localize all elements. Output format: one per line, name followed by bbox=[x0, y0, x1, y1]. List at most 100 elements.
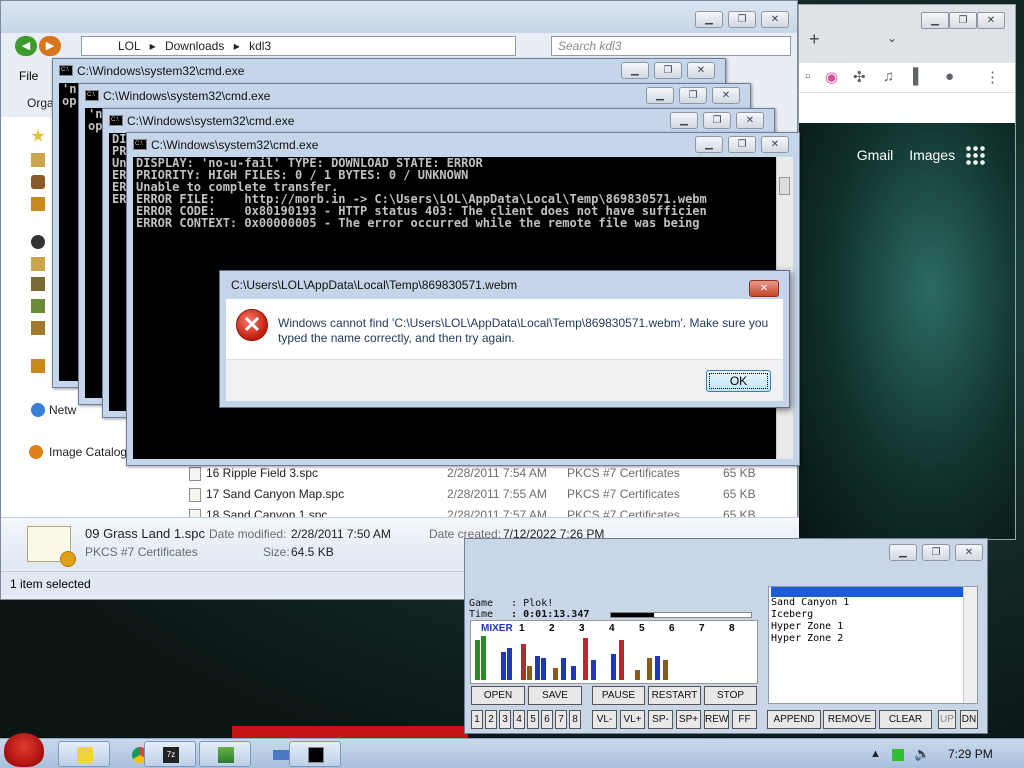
taskbar-image-viewer[interactable] bbox=[199, 741, 251, 767]
cmd-close-button[interactable]: ✕ bbox=[736, 112, 764, 129]
cmd-minimize-button[interactable]: ▁ bbox=[646, 87, 674, 104]
breadcrumb-downloads[interactable]: Downloads bbox=[165, 39, 224, 53]
remove-button[interactable]: REMOVE bbox=[823, 710, 876, 729]
drive-icon[interactable] bbox=[31, 299, 45, 313]
sidepanel-icon[interactable]: ▌ bbox=[913, 68, 924, 85]
playlist[interactable]: Sand Canyon 1 Iceberg Hyper Zone 1 Hyper… bbox=[768, 586, 978, 704]
scroll-thumb[interactable] bbox=[779, 177, 790, 195]
playlist-item[interactable]: Hyper Zone 2 bbox=[771, 633, 977, 645]
gmail-link[interactable]: Gmail bbox=[857, 147, 894, 163]
player-close-button[interactable]: ✕ bbox=[955, 544, 983, 561]
playlist-scrollbar[interactable] bbox=[963, 587, 977, 703]
playlist-item[interactable]: Iceberg bbox=[771, 609, 977, 621]
player-minimize-button[interactable]: ▁ bbox=[889, 544, 917, 561]
chrome-minimize-button[interactable]: ▁ bbox=[921, 12, 949, 29]
drive-icon[interactable] bbox=[31, 321, 45, 335]
explorer-minimize-button[interactable]: ▁ bbox=[695, 11, 723, 28]
channel-toggle[interactable]: 8 bbox=[569, 710, 581, 729]
playlist-item[interactable]: Hyper Zone 1 bbox=[771, 621, 977, 633]
channel-toggle[interactable]: 6 bbox=[541, 710, 553, 729]
drive-icon[interactable] bbox=[31, 359, 45, 373]
table-row[interactable]: 18 Sand Canyon 1.spc 2/28/2011 7:57 AM P… bbox=[169, 505, 797, 517]
cmd-close-button[interactable]: ✕ bbox=[687, 62, 715, 79]
taskbar-clock[interactable]: 7:29 PM bbox=[948, 739, 993, 768]
chrome-close-button[interactable]: ✕ bbox=[977, 12, 1005, 29]
channel-toggle[interactable]: 7 bbox=[555, 710, 567, 729]
extension-icon[interactable]: ◉ bbox=[825, 68, 838, 86]
tray-expand-icon[interactable]: ▲ bbox=[870, 748, 881, 760]
table-row[interactable]: 17 Sand Canyon Map.spc 2/28/2011 7:55 AM… bbox=[169, 484, 797, 505]
taskbar-cmd[interactable] bbox=[289, 741, 341, 767]
back-arrow-icon[interactable]: ◀ bbox=[15, 36, 37, 56]
dialog-close-button[interactable]: ✕ bbox=[749, 280, 779, 297]
channel-toggle[interactable]: 5 bbox=[527, 710, 539, 729]
fast-forward-button[interactable]: FF bbox=[732, 710, 757, 729]
homegroup-icon[interactable] bbox=[31, 235, 45, 249]
rewind-button[interactable]: REW bbox=[704, 710, 729, 729]
address-bar[interactable]: LOL ▸ Downloads ▸ kdl3 bbox=[81, 36, 516, 56]
pause-button[interactable]: PAUSE bbox=[592, 686, 645, 705]
volume-up-button[interactable]: VL+ bbox=[620, 710, 645, 729]
move-up-button[interactable]: UP bbox=[938, 710, 956, 729]
breadcrumb-kdl3[interactable]: kdl3 bbox=[249, 39, 271, 53]
start-button-angry-bird-icon[interactable] bbox=[4, 733, 44, 767]
sidebar-item-image-catalog[interactable]: Image Catalog bbox=[49, 445, 127, 459]
profile-icon[interactable]: ● bbox=[945, 68, 954, 85]
chrome-maximize-button[interactable]: ❐ bbox=[949, 12, 977, 29]
time-progress-bar[interactable] bbox=[610, 612, 752, 618]
cmd-maximize-button[interactable]: ❐ bbox=[654, 62, 682, 79]
library-icon[interactable] bbox=[31, 197, 45, 211]
taskbar-explorer[interactable] bbox=[58, 741, 110, 767]
new-tab-icon[interactable]: + bbox=[809, 29, 820, 50]
channel-toggle[interactable]: 1 bbox=[471, 710, 483, 729]
network-icon[interactable] bbox=[31, 403, 45, 417]
move-down-button[interactable]: DN bbox=[960, 710, 978, 729]
ok-button[interactable]: OK bbox=[706, 370, 771, 392]
explorer-close-button[interactable]: ✕ bbox=[761, 11, 789, 28]
playlist-selected[interactable] bbox=[771, 587, 977, 597]
drive-icon[interactable] bbox=[31, 277, 45, 291]
playlist-item[interactable]: Sand Canyon 1 bbox=[771, 597, 977, 609]
puzzle-icon[interactable]: ✣ bbox=[853, 68, 866, 86]
table-row[interactable]: 16 Ripple Field 3.spc 2/28/2011 7:54 AM … bbox=[169, 463, 797, 484]
images-link[interactable]: Images bbox=[909, 147, 955, 163]
taskbar-7zip[interactable]: 7z bbox=[144, 741, 196, 767]
cmd-maximize-button[interactable]: ❐ bbox=[728, 136, 756, 153]
search-input[interactable]: Search kdl3 bbox=[551, 36, 791, 56]
menu-kebab-icon[interactable]: ⋮ bbox=[985, 68, 1000, 86]
channel-toggle[interactable]: 2 bbox=[485, 710, 497, 729]
player-maximize-button[interactable]: ❐ bbox=[922, 544, 950, 561]
save-button[interactable]: SAVE bbox=[528, 686, 582, 705]
tab-icon[interactable]: ▫ bbox=[805, 68, 810, 85]
volume-icon[interactable]: 🔈 bbox=[914, 746, 930, 762]
computer-icon[interactable] bbox=[31, 257, 45, 271]
apps-grid-icon[interactable] bbox=[965, 145, 985, 165]
cmd-minimize-button[interactable]: ▁ bbox=[670, 112, 698, 129]
restart-button[interactable]: RESTART bbox=[648, 686, 701, 705]
channel-toggle[interactable]: 3 bbox=[499, 710, 511, 729]
volume-down-button[interactable]: VL- bbox=[592, 710, 617, 729]
cmd-close-button[interactable]: ✕ bbox=[712, 87, 740, 104]
media-icon[interactable]: ♫ bbox=[883, 68, 894, 85]
cmd-minimize-button[interactable]: ▁ bbox=[621, 62, 649, 79]
sidebar-item-network[interactable]: Netw bbox=[49, 403, 76, 417]
forward-arrow-icon[interactable]: ▶ bbox=[39, 36, 61, 56]
channel-toggle[interactable]: 4 bbox=[513, 710, 525, 729]
folder-icon[interactable] bbox=[31, 153, 45, 167]
open-button[interactable]: OPEN bbox=[471, 686, 525, 705]
tab-search-chevron-icon[interactable]: ⌄ bbox=[887, 31, 897, 45]
speed-up-button[interactable]: SP+ bbox=[676, 710, 701, 729]
favorites-star-icon[interactable] bbox=[31, 129, 45, 142]
stop-button[interactable]: STOP bbox=[704, 686, 757, 705]
cmd-close-button[interactable]: ✕ bbox=[761, 136, 789, 153]
append-button[interactable]: APPEND bbox=[767, 710, 821, 729]
library-icon[interactable] bbox=[31, 175, 45, 189]
breadcrumb-lol[interactable]: LOL bbox=[118, 39, 140, 53]
cmd-minimize-button[interactable]: ▁ bbox=[695, 136, 723, 153]
image-catalog-icon[interactable] bbox=[29, 445, 43, 459]
explorer-maximize-button[interactable]: ❐ bbox=[728, 11, 756, 28]
cmd-maximize-button[interactable]: ❐ bbox=[679, 87, 707, 104]
speed-down-button[interactable]: SP- bbox=[648, 710, 673, 729]
network-tray-icon[interactable] bbox=[892, 749, 904, 761]
clear-button[interactable]: CLEAR bbox=[879, 710, 932, 729]
